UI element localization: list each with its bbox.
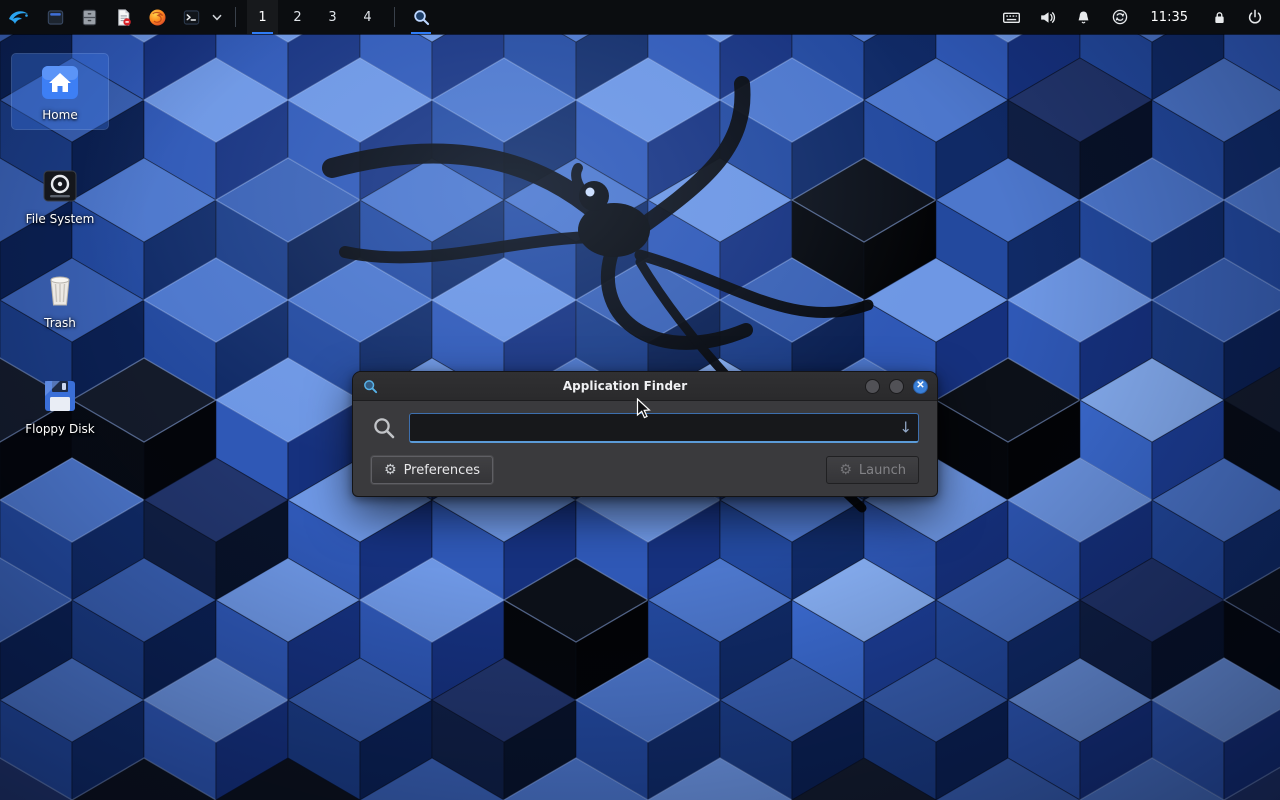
search-input[interactable]	[409, 413, 919, 443]
maximize-button[interactable]	[889, 379, 904, 394]
workspace-label: 3	[328, 10, 336, 25]
workspace-4-button[interactable]: 4	[352, 0, 383, 34]
search-row: ↓	[365, 411, 925, 456]
kali-dragon-icon	[7, 6, 31, 28]
home-folder-icon	[38, 60, 82, 104]
firefox-icon	[148, 8, 167, 27]
volume-icon	[1038, 8, 1057, 27]
close-icon: ✕	[916, 381, 924, 391]
notifications-button[interactable]	[1069, 0, 1099, 34]
launcher-firefox-button[interactable]	[142, 0, 172, 34]
preferences-label: Preferences	[404, 463, 480, 478]
workspace-label: 2	[293, 10, 301, 25]
taskbar-application-finder-button[interactable]	[406, 0, 436, 34]
workspace-label: 1	[258, 10, 266, 25]
launch-run-icon: ⚙	[839, 463, 852, 477]
down-arrow-icon[interactable]: ↓	[899, 421, 912, 436]
floppy-disk-icon	[38, 374, 82, 418]
panel-separator	[394, 7, 395, 27]
desktop-icon-floppy-disk[interactable]: Floppy Disk	[12, 368, 108, 443]
search-input-wrap: ↓	[409, 413, 919, 443]
clock[interactable]: 11:35	[1151, 10, 1188, 25]
updates-sync-button[interactable]	[1105, 0, 1135, 34]
desktop-icon-label: File System	[26, 213, 95, 227]
panel-separator	[235, 7, 236, 27]
launcher-window-app-button[interactable]	[40, 0, 70, 34]
document-red-badge-icon	[114, 8, 133, 27]
notifications-bell-icon	[1075, 9, 1092, 26]
trash-can-icon	[38, 268, 82, 312]
dark-window-icon	[46, 8, 65, 27]
terminal-icon	[182, 8, 201, 27]
keyboard-icon	[1002, 8, 1021, 27]
launcher-terminal-button[interactable]	[176, 0, 206, 34]
volume-button[interactable]	[1033, 0, 1063, 34]
file-cabinet-icon	[80, 8, 99, 27]
power-icon	[1246, 8, 1264, 26]
kali-menu-button[interactable]	[2, 0, 36, 34]
top-panel: 1 2 3 4	[0, 0, 1280, 34]
lock-icon	[1211, 9, 1228, 26]
desktop-icon-file-system[interactable]: File System	[12, 158, 108, 233]
desktop-icon-label: Floppy Disk	[25, 423, 95, 437]
desktop-icon-label: Home	[42, 109, 77, 123]
button-row: ⚙ Preferences ⚙ Launch	[365, 456, 925, 484]
window-body: ↓ ⚙ Preferences ⚙ Launch	[353, 401, 937, 496]
lock-screen-button[interactable]	[1204, 0, 1234, 34]
workspace-label: 4	[363, 10, 371, 25]
workspace-3-button[interactable]: 3	[317, 0, 348, 34]
window-title: Application Finder	[393, 379, 857, 393]
minimize-button[interactable]	[865, 379, 880, 394]
terminal-dropdown-button[interactable]	[210, 0, 224, 34]
search-icon	[412, 8, 431, 27]
desktop-icon-home[interactable]: Home	[12, 54, 108, 129]
desktop-icon-trash[interactable]: Trash	[12, 262, 108, 337]
panel-tray: 11:35	[997, 0, 1280, 34]
titlebar[interactable]: Application Finder ✕	[353, 372, 937, 401]
gear-icon: ⚙	[384, 463, 397, 477]
panel-left-group: 1 2 3 4	[2, 0, 436, 34]
launch-label: Launch	[859, 463, 906, 478]
launcher-file-manager-button[interactable]	[74, 0, 104, 34]
workspace-1-button[interactable]: 1	[247, 0, 278, 34]
close-button[interactable]: ✕	[913, 379, 928, 394]
search-icon	[371, 415, 397, 441]
power-logout-button[interactable]	[1240, 0, 1270, 34]
window-titlebar-search-icon	[362, 378, 379, 395]
launcher-text-editor-button[interactable]	[108, 0, 138, 34]
desktop-icon-label: Trash	[44, 317, 76, 331]
chevron-down-icon	[212, 14, 222, 21]
workspace-2-button[interactable]: 2	[282, 0, 313, 34]
launch-button[interactable]: ⚙ Launch	[826, 456, 919, 484]
application-finder-window: Application Finder ✕ ↓ ⚙ Preferences ⚙	[352, 371, 938, 497]
drive-icon	[38, 164, 82, 208]
updates-sync-icon	[1111, 8, 1129, 26]
preferences-button[interactable]: ⚙ Preferences	[371, 456, 493, 484]
keyboard-indicator-button[interactable]	[997, 0, 1027, 34]
window-controls: ✕	[865, 379, 928, 394]
